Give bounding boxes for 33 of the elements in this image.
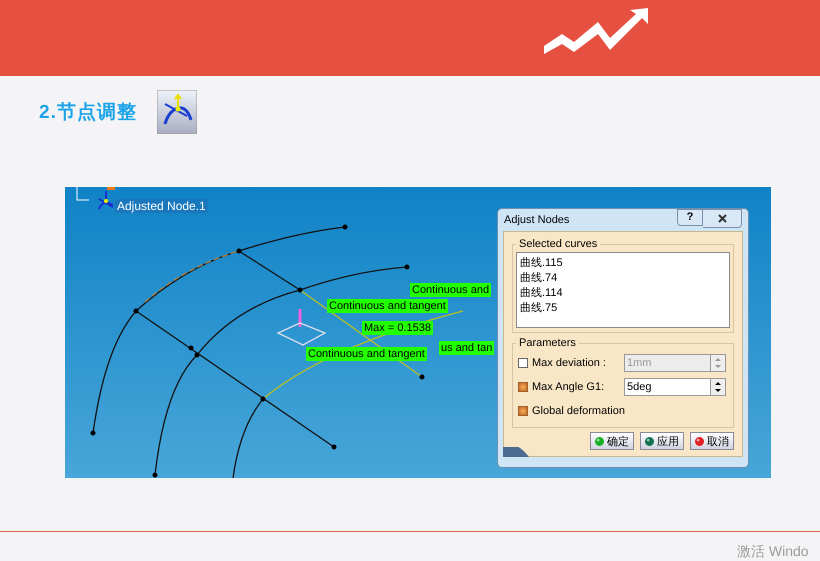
apply-button[interactable]: 应用 xyxy=(640,432,684,450)
annotation-label: us and tan xyxy=(439,341,494,355)
curve-list[interactable]: 曲线.115 曲线.74 曲线.114 曲线.75 xyxy=(516,252,730,328)
annotation-label: Continuous and tangent xyxy=(327,299,448,313)
annotation-label: Continuous and tangent xyxy=(306,347,427,361)
ball-icon xyxy=(695,436,704,446)
annotation-label: Continuous and xyxy=(410,283,492,297)
annotation-label: Max = 0.1538 xyxy=(362,321,433,335)
section-title: 2.节点调整 xyxy=(39,100,137,125)
help-button[interactable]: ? xyxy=(677,208,703,226)
activation-notice: 激活 Windo xyxy=(737,543,809,561)
node-curve-icon xyxy=(156,90,197,134)
curve-list-item[interactable]: 曲线.114 xyxy=(520,285,726,300)
dialog-title: Adjust Nodes xyxy=(504,214,570,226)
curve-list-item[interactable]: 曲线.115 xyxy=(520,255,726,270)
group-label: Selected curves xyxy=(518,238,598,250)
close-icon xyxy=(718,214,726,222)
ball-icon xyxy=(595,436,604,446)
checkbox[interactable] xyxy=(518,406,528,416)
parameter-label: Max deviation : xyxy=(532,357,607,369)
ok-button[interactable]: 确定 xyxy=(590,432,634,450)
cancel-button[interactable]: 取消 xyxy=(690,432,734,450)
parameter-label: Global deformation xyxy=(532,405,625,417)
tree-item[interactable]: Adjusted Node.1 xyxy=(115,199,208,213)
close-button[interactable] xyxy=(703,208,742,228)
ball-icon xyxy=(645,436,654,446)
curve-list-item[interactable]: 曲线.75 xyxy=(520,300,726,315)
spin-field[interactable]: 5deg xyxy=(624,378,726,396)
checkbox[interactable] xyxy=(518,382,528,392)
group-label: Parameters xyxy=(518,337,577,349)
curve-list-item[interactable]: 曲线.74 xyxy=(520,270,726,285)
parameter-label: Max Angle G1: xyxy=(532,381,606,393)
globe-corner-icon xyxy=(503,447,529,457)
